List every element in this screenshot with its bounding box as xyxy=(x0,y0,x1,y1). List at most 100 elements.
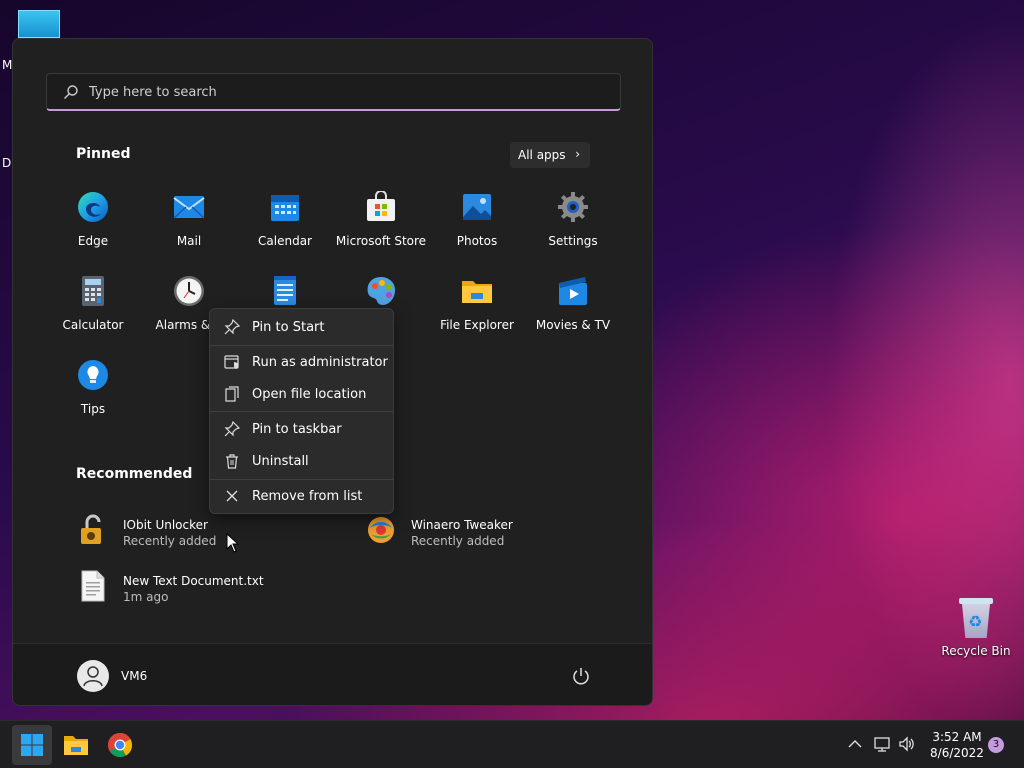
taskbar: 3:52 AM 8/6/2022 3 xyxy=(0,720,1024,768)
taskbar-chrome[interactable] xyxy=(100,725,140,765)
context-item-pin-to-taskbar[interactable]: Pin to taskbar xyxy=(214,415,389,443)
recycle-bin-icon: ♻ xyxy=(959,598,993,638)
pinned-app-calculator[interactable]: Calculator xyxy=(45,275,141,332)
recommended-sub: Recently added xyxy=(123,534,217,548)
recommended-title: Recommended xyxy=(76,466,193,482)
avatar[interactable] xyxy=(77,660,109,692)
recommended-name: New Text Document.txt xyxy=(123,574,264,588)
movies-icon xyxy=(559,277,587,305)
pinned-app-calendar[interactable]: Calendar xyxy=(237,191,333,248)
user-name[interactable]: VM6 xyxy=(121,669,147,683)
context-item-label: Remove from list xyxy=(252,489,363,504)
recommended-name: Winaero Tweaker xyxy=(411,518,513,532)
pinned-app-edge[interactable]: Edge xyxy=(45,191,141,248)
recommended-sub: 1m ago xyxy=(123,590,169,604)
unlocker-icon xyxy=(81,514,101,544)
pin-icon xyxy=(224,421,240,437)
app-label: Calendar xyxy=(258,234,312,248)
app-label: Photos xyxy=(456,234,498,248)
taskbar-file-explorer[interactable] xyxy=(56,725,96,765)
mouse-cursor-icon xyxy=(226,533,240,553)
admin-icon xyxy=(224,355,239,369)
mail-icon xyxy=(173,196,205,219)
search-icon xyxy=(64,85,78,99)
pinned-app-file-explorer[interactable]: File Explorer xyxy=(429,275,525,332)
context-item-label: Pin to Start xyxy=(252,320,325,335)
store-icon xyxy=(367,190,395,221)
pinned-title: Pinned xyxy=(76,146,131,162)
volume-icon[interactable] xyxy=(898,735,916,753)
recycle-bin[interactable]: ♻ Recycle Bin xyxy=(940,598,1012,658)
app-label: Movies & TV xyxy=(535,318,611,332)
pinned-app-photos[interactable]: Photos xyxy=(429,191,525,248)
search-box[interactable] xyxy=(46,73,621,111)
taskbar-clock[interactable]: 3:52 AM 8/6/2022 xyxy=(920,729,994,761)
start-button[interactable] xyxy=(12,725,52,765)
pin-icon xyxy=(224,319,240,335)
all-apps-label: All apps xyxy=(518,148,566,162)
context-divider xyxy=(210,411,393,412)
recommended-sub: Recently added xyxy=(411,534,505,548)
trash-icon xyxy=(226,454,238,469)
notification-badge[interactable]: 3 xyxy=(988,737,1004,753)
app-label: Settings xyxy=(548,234,598,248)
folder-icon xyxy=(462,281,492,303)
app-label: Tips xyxy=(80,402,106,416)
pinned-app-tips[interactable]: Tips xyxy=(45,359,141,416)
calculator-icon xyxy=(82,276,104,306)
pinned-app-settings[interactable]: Settings xyxy=(525,191,621,248)
context-item-open-file-location[interactable]: Open file location xyxy=(214,380,389,408)
chrome-icon xyxy=(107,733,133,758)
open-location-icon xyxy=(225,386,239,402)
app-label: Edge xyxy=(77,234,109,248)
paint-icon xyxy=(367,277,395,305)
calendar-icon xyxy=(271,195,299,221)
pinned-app-movies-tv[interactable]: Movies & TV xyxy=(525,275,621,332)
app-label: Microsoft Store xyxy=(335,234,427,248)
app-label: Mail xyxy=(176,234,202,248)
power-icon[interactable] xyxy=(571,666,591,686)
desktop-icon-top[interactable] xyxy=(18,10,60,38)
notepad-icon xyxy=(274,276,296,305)
clock-date: 8/6/2022 xyxy=(930,746,984,760)
context-item-label: Open file location xyxy=(252,387,367,402)
context-item-pin-to-start[interactable]: Pin to Start xyxy=(214,313,389,341)
search-input[interactable] xyxy=(89,82,589,102)
lightbulb-icon xyxy=(78,360,108,390)
clock-time: 3:52 AM xyxy=(932,730,982,744)
context-item-remove-from-list[interactable]: Remove from list xyxy=(214,482,389,510)
context-item-label: Run as administrator xyxy=(252,355,388,370)
context-item-label: Uninstall xyxy=(252,454,309,469)
recommended-item-winaero-tweaker[interactable]: Winaero Tweaker Recently added xyxy=(367,514,567,550)
gear-icon xyxy=(558,192,588,222)
recommended-item-iobit-unlocker[interactable]: IObit Unlocker Recently added xyxy=(79,514,279,550)
recycle-bin-label: Recycle Bin xyxy=(941,644,1011,658)
context-menu: Pin to Start Run as administrator Open f… xyxy=(209,308,394,514)
app-label: Calculator xyxy=(62,318,124,332)
chevron-up-icon[interactable] xyxy=(846,735,864,753)
context-divider xyxy=(210,345,393,346)
windows-logo-icon xyxy=(21,734,43,756)
recommended-name: IObit Unlocker xyxy=(123,518,208,532)
context-divider xyxy=(210,479,393,480)
clock-icon xyxy=(174,276,204,306)
folder-icon xyxy=(64,736,88,755)
photos-icon xyxy=(463,194,491,220)
user-icon xyxy=(83,666,103,687)
context-item-label: Pin to taskbar xyxy=(252,422,342,437)
tweaker-icon xyxy=(368,517,394,543)
chevron-right-icon: › xyxy=(575,147,580,161)
desktop-label-clipped: M xyxy=(2,58,13,72)
all-apps-button[interactable]: All apps › xyxy=(510,142,590,168)
start-footer: VM6 xyxy=(13,643,652,705)
network-icon[interactable] xyxy=(873,735,891,753)
app-label: File Explorer xyxy=(440,318,514,332)
close-icon xyxy=(226,490,238,502)
pinned-app-mail[interactable]: Mail xyxy=(141,191,237,248)
pinned-app-microsoft-store[interactable]: Microsoft Store xyxy=(333,190,429,248)
edge-icon xyxy=(78,192,108,222)
context-item-run-as-admin[interactable]: Run as administrator xyxy=(214,348,389,376)
context-item-uninstall[interactable]: Uninstall xyxy=(214,447,389,475)
recommended-item-new-text-document[interactable]: New Text Document.txt 1m ago xyxy=(79,570,279,606)
text-file-icon xyxy=(81,570,105,602)
